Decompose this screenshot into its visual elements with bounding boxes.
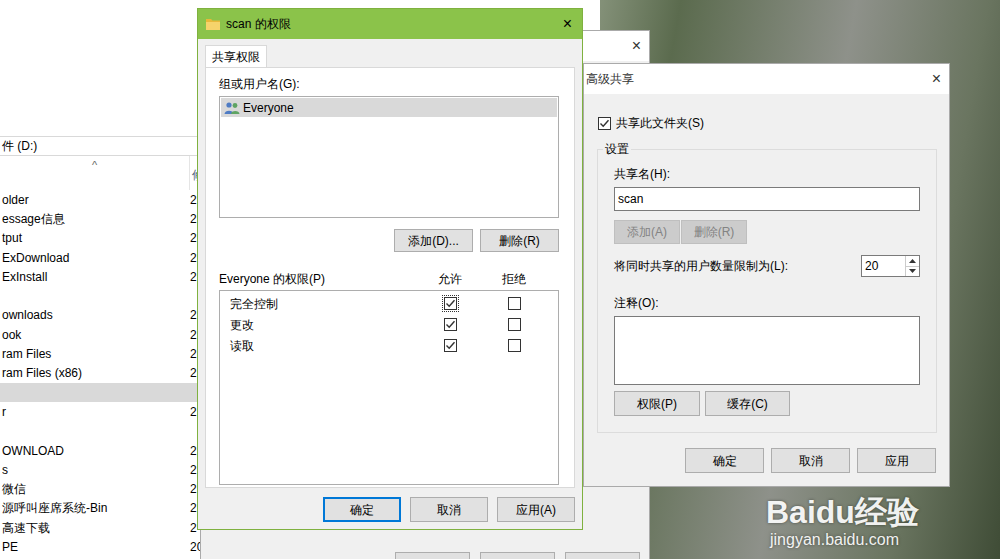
allow-checkbox[interactable]: [442, 316, 459, 333]
check-icon: [599, 118, 610, 129]
settings-group: 设置共享名(H):scan添加(A)删除(R)将同时共享的用户数量限制为(L):…: [597, 141, 937, 433]
checkbox-label[interactable]: 共享此文件夹(S): [616, 115, 704, 131]
permission-row: 更改: [220, 314, 558, 335]
tab[interactable]: 共享权限: [205, 45, 267, 67]
principal-list: Everyone: [219, 96, 559, 218]
dialog-title: 高级共享: [586, 70, 634, 88]
close-button[interactable]: ×: [563, 16, 572, 32]
footer-button[interactable]: 应用(A): [497, 497, 575, 522]
share-name-label: 共享名(H):: [614, 166, 920, 182]
check-icon: [445, 298, 456, 309]
close-button[interactable]: ×: [632, 38, 641, 54]
user-limit-spinner[interactable]: 20: [861, 255, 920, 277]
check-icon: [445, 340, 456, 351]
dialog-button[interactable]: [480, 552, 555, 559]
permission-row: 读取: [220, 335, 558, 356]
deny-checkbox[interactable]: [506, 316, 523, 333]
name-button[interactable]: 删除(R): [681, 220, 747, 244]
folder-icon: [206, 18, 220, 30]
allow-checkbox[interactable]: [442, 295, 459, 312]
allow-checkbox[interactable]: [442, 337, 459, 354]
name-button[interactable]: 添加(A): [614, 220, 680, 244]
footer-button[interactable]: 确定: [323, 497, 401, 522]
sort-indicator[interactable]: ^: [0, 156, 189, 190]
dialog-button[interactable]: [395, 552, 470, 559]
permissions-button[interactable]: 权限(P): [614, 391, 700, 416]
spin-down-icon[interactable]: [906, 267, 919, 277]
permission-list: 完全控制更改读取: [219, 290, 559, 485]
deny-checkbox[interactable]: [506, 295, 523, 312]
caching-button[interactable]: 缓存(C): [705, 391, 790, 416]
permissions-dialog: scan 的权限 × 共享权限组或用户名(G): Everyone 添加(D)... 删除…: [197, 8, 583, 530]
principal-row[interactable]: Everyone: [221, 98, 557, 117]
comment-label: 注释(O):: [614, 295, 920, 311]
watermark-url: jingyan.baidu.com: [766, 530, 919, 550]
advanced-sharing-dialog: 高级共享×共享此文件夹(S)设置共享名(H):scan添加(A)删除(R)将同时…: [583, 63, 950, 487]
principal-button[interactable]: 添加(D)...: [394, 229, 473, 252]
deny-column-header: 拒绝: [480, 271, 548, 287]
title-bar: 高级共享 ×: [584, 64, 949, 94]
permission-name: 读取: [230, 337, 420, 355]
dialog-button[interactable]: [565, 552, 640, 559]
dialog-title: scan 的权限: [226, 15, 291, 33]
check-icon: [445, 319, 456, 330]
deny-checkbox[interactable]: [506, 337, 523, 354]
footer-button[interactable]: 确定: [685, 448, 764, 473]
comment-textarea[interactable]: [614, 316, 920, 385]
share-name-input[interactable]: scan: [614, 187, 920, 211]
permissions-label: Everyone 的权限(P): [219, 271, 420, 287]
desktop: 件 (D:)^修older2essage信息2tput2ExDownload2E…: [0, 0, 1000, 559]
tab-panel: 组或用户名(G): Everyone 添加(D)... 删除(R) Everyone 的…: [205, 67, 575, 488]
footer-button[interactable]: 应用: [857, 448, 936, 473]
title-bar: scan 的权限 ×: [198, 9, 582, 39]
close-button[interactable]: ×: [932, 71, 941, 87]
limit-label: 将同时共享的用户数量限制为(L):: [614, 257, 788, 275]
footer-button[interactable]: 取消: [410, 497, 488, 522]
users-icon: [224, 101, 240, 115]
watermark-brand: Baidu经验: [766, 494, 919, 530]
footer-button[interactable]: 取消: [771, 448, 850, 473]
permission-name: 更改: [230, 316, 420, 334]
principal-button[interactable]: 删除(R): [480, 229, 559, 252]
permission-row: 完全控制: [220, 293, 558, 314]
group-label: 组或用户名(G):: [219, 76, 559, 92]
permission-name: 完全控制: [230, 295, 420, 313]
share-folder-checkbox[interactable]: [596, 115, 613, 132]
watermark: Baidu经验jingyan.baidu.com: [766, 494, 919, 550]
allow-column-header: 允许: [420, 271, 480, 287]
spin-up-icon[interactable]: [906, 256, 919, 267]
